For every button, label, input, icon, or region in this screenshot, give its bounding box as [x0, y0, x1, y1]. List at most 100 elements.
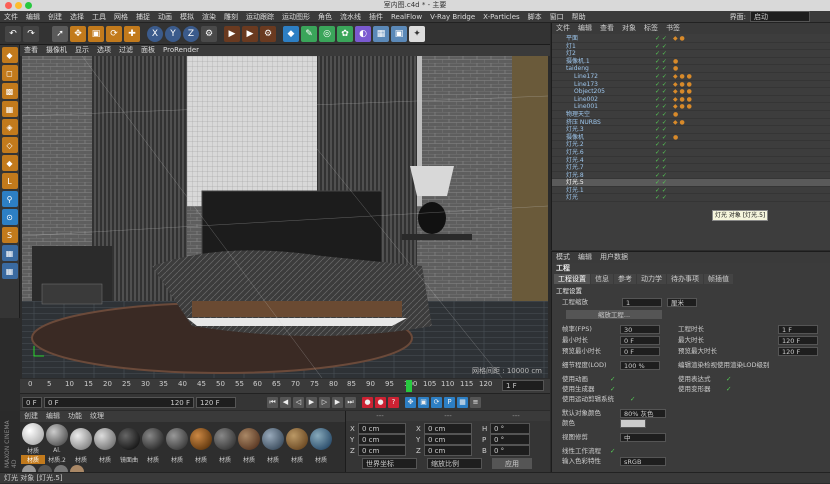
menu-mesh[interactable]: 网格	[110, 11, 132, 23]
key-position-icon[interactable]: ✥	[405, 396, 416, 408]
preview-max-field[interactable]: 120 F	[778, 347, 818, 356]
menu-snap[interactable]: 捕捉	[132, 11, 154, 23]
menu-xparticles[interactable]: X-Particles	[479, 11, 523, 23]
material-swatch[interactable]	[93, 427, 117, 451]
key-scale-icon[interactable]: ▣	[418, 396, 429, 408]
menu-pipeline[interactable]: 流水线	[336, 11, 365, 23]
material-label[interactable]: 材质	[69, 455, 93, 464]
project-time-field[interactable]: 1 F	[778, 325, 818, 334]
viewport-menu-camera[interactable]: 摄像机	[42, 45, 71, 56]
rotation-p-field[interactable]: 0 °	[490, 434, 530, 445]
subdivision-icon[interactable]: ◎	[319, 25, 335, 42]
preview-min-field[interactable]: 0 F	[620, 347, 660, 356]
next-key-icon[interactable]: ▶	[332, 396, 343, 408]
coordinate-system-icon[interactable]: ⚙	[201, 25, 217, 42]
material-menu-function[interactable]: 功能	[64, 411, 86, 422]
array-icon[interactable]: ✿	[337, 25, 353, 42]
material-swatch[interactable]	[213, 427, 237, 451]
size-y-field[interactable]: 0 cm	[424, 434, 472, 445]
menu-animate[interactable]: 动画	[154, 11, 176, 23]
material-label[interactable]: 材质	[213, 455, 237, 464]
am-menu-edit[interactable]: 编辑	[574, 252, 596, 263]
scale-tool-icon[interactable]: ▣	[88, 25, 104, 42]
keyframe-selection-icon[interactable]: ?	[388, 396, 399, 408]
light-icon[interactable]: ✦	[409, 25, 425, 42]
playhead[interactable]	[406, 380, 412, 392]
scale-unit-select[interactable]: 厘米	[667, 298, 697, 307]
menu-plugins[interactable]: 插件	[365, 11, 387, 23]
object-row[interactable]: Line002 ✓ ✓ ◆ ● ●	[552, 96, 830, 104]
object-row[interactable]: 挤压 NURBS ✓ ✓ ◆ ●	[552, 119, 830, 127]
material-swatch[interactable]	[69, 427, 93, 451]
material-swatch[interactable]	[261, 427, 285, 451]
key-rotation-icon[interactable]: ⟳	[431, 396, 442, 408]
texture-mode-icon[interactable]: ▩	[1, 83, 18, 99]
make-editable-icon[interactable]: ◆	[1, 47, 18, 63]
viewport-menu-prorender[interactable]: ProRender	[159, 45, 203, 56]
om-menu-file[interactable]: 文件	[552, 23, 574, 34]
object-row[interactable]: 物理天空 ✓ ✓ ●	[552, 111, 830, 119]
autokey-icon[interactable]: ●	[375, 396, 386, 408]
menu-vray[interactable]: V-Ray Bridge	[426, 11, 479, 23]
prev-key-icon[interactable]: ◀	[280, 396, 291, 408]
cube-icon[interactable]: ◆	[283, 25, 299, 42]
floor-icon[interactable]: ▦	[373, 25, 389, 42]
tab-project-settings[interactable]: 工程设置	[554, 274, 590, 284]
object-row[interactable]: 灯光.3 ✓ ✓	[552, 126, 830, 134]
material-swatch[interactable]: 材质	[21, 422, 45, 455]
goto-start-icon[interactable]: ⏮	[267, 396, 278, 408]
material-menu-texture[interactable]: 纹理	[86, 411, 108, 422]
material-label[interactable]: 材质	[309, 455, 333, 464]
move-tool-icon[interactable]: ✥	[70, 25, 86, 42]
material-label[interactable]: 材质	[21, 455, 45, 464]
edges-mode-icon[interactable]: ◇	[1, 137, 18, 153]
viewport-menu-panel[interactable]: 面板	[137, 45, 159, 56]
points-mode-icon[interactable]: ◈	[1, 119, 18, 135]
start-frame-field[interactable]: 0 F	[22, 396, 42, 408]
position-y-field[interactable]: 0 cm	[358, 434, 406, 445]
material-swatch[interactable]	[165, 427, 189, 451]
zoom-window-icon[interactable]	[25, 2, 32, 9]
recent-tool-icon[interactable]: ✚	[124, 25, 140, 42]
color-swatch[interactable]	[620, 419, 646, 428]
use-motion-system-checkbox[interactable]: ✓	[630, 394, 635, 404]
planar-workplane-icon[interactable]: ▦	[1, 263, 18, 279]
menu-create[interactable]: 创建	[44, 11, 66, 23]
coordinate-space-select[interactable]: 世界坐标	[362, 457, 417, 469]
position-z-field[interactable]: 0 cm	[358, 445, 406, 456]
timeline-menu-icon[interactable]: ≡	[470, 396, 481, 408]
material-swatch[interactable]	[189, 427, 213, 451]
material-label[interactable]: 材质	[285, 455, 309, 464]
size-x-field[interactable]: 0 cm	[424, 423, 472, 434]
tab-reference[interactable]: 参考	[614, 274, 636, 284]
tweak-icon[interactable]: ⚲	[1, 191, 18, 207]
record-keys-icon[interactable]: ●	[362, 396, 373, 408]
goto-end-icon[interactable]: ⏭	[345, 396, 356, 408]
om-menu-edit[interactable]: 编辑	[574, 23, 596, 34]
menu-script[interactable]: 脚本	[524, 11, 546, 23]
menu-help[interactable]: 帮助	[568, 11, 590, 23]
use-animation-checkbox[interactable]: ✓	[610, 374, 615, 384]
material-menu-create[interactable]: 创建	[20, 411, 42, 422]
om-menu-object[interactable]: 对象	[618, 23, 640, 34]
material-swatch[interactable]: Al.	[45, 423, 69, 454]
material-label[interactable]: 材质	[141, 455, 165, 464]
material-label[interactable]: 材质	[237, 455, 261, 464]
use-generators-checkbox[interactable]: ✓	[610, 384, 615, 394]
menu-window[interactable]: 窗口	[546, 11, 568, 23]
material-swatch[interactable]	[309, 427, 333, 451]
undo-icon[interactable]: ↶	[5, 25, 21, 42]
object-row[interactable]: 灯光.6 ✓ ✓	[552, 149, 830, 157]
render-view-icon[interactable]: ▶	[224, 25, 240, 42]
object-row[interactable]: 摄像机 ✓ ✓ ●	[552, 134, 830, 142]
axis-y-button[interactable]: Y	[165, 25, 181, 42]
menu-render[interactable]: 渲染	[198, 11, 220, 23]
object-row[interactable]: 灯光.7 ✓ ✓	[552, 164, 830, 172]
deformer-icon[interactable]: ◐	[355, 25, 371, 42]
layout-select[interactable]: 启动	[750, 11, 810, 22]
menu-simulate[interactable]: 模拟	[176, 11, 198, 23]
viewport-menu-filter[interactable]: 过滤	[115, 45, 137, 56]
menu-character[interactable]: 角色	[314, 11, 336, 23]
next-frame-icon[interactable]: ▷	[319, 396, 330, 408]
max-frame-field[interactable]: 120 F	[196, 396, 236, 408]
